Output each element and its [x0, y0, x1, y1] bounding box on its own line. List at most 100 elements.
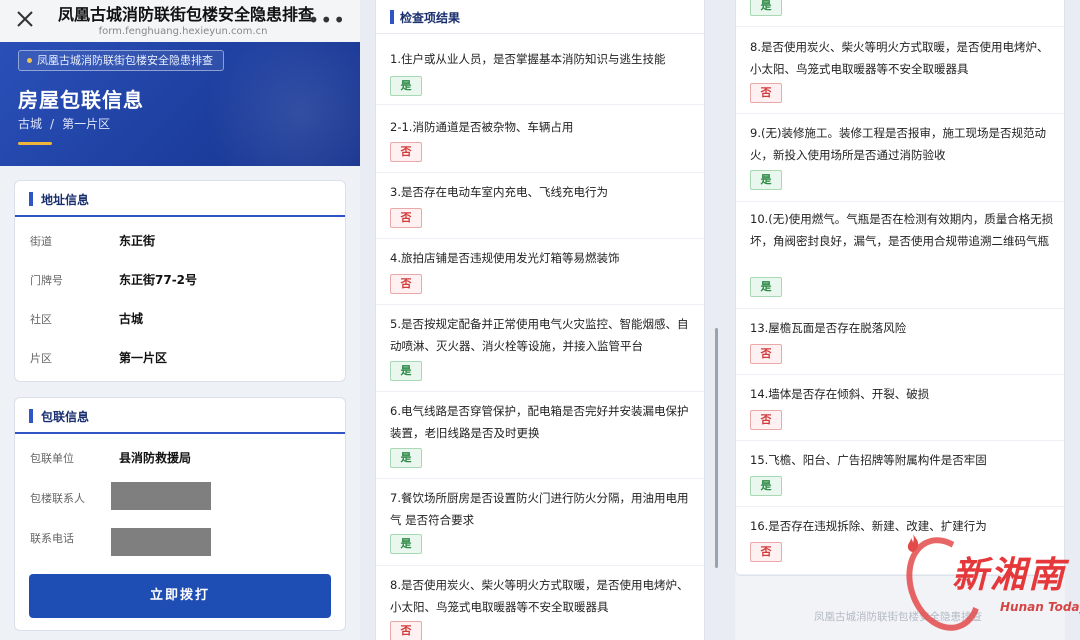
contact-card-title: 包联信息: [41, 410, 90, 424]
page-title: 凤凰古城消防联街包楼安全隐患排查: [58, 5, 315, 24]
check-question: 8.是否使用炭火、柴火等明火方式取暖，是否使用电烤炉、小太阳、鸟笼式电取暖器等不…: [390, 578, 689, 614]
redacted-person: [111, 482, 211, 510]
field-label: 包联单位: [30, 452, 74, 465]
contact-card: 包联信息 包联单位 县消防救援局 包楼联系人 联系电话 立即拨打: [14, 397, 346, 631]
contact-card-header: 包联信息: [15, 398, 345, 434]
field-label: 门牌号: [30, 274, 63, 287]
answer-no-badge: 否: [750, 344, 782, 364]
flame-icon: [907, 534, 919, 552]
check-question: 2-1.消防通道是否被杂物、车辆占用: [390, 120, 574, 134]
check-question: 15.飞檐、阳台、广告招牌等附属构件是否牢固: [750, 453, 987, 467]
page-title-group: 凤凰古城消防联街包楼安全隐患排查 form.fenghuang.hexieyun…: [58, 4, 315, 38]
check-item: 5.是否按规定配备并正常使用电气火灾监控、智能烟感、自动喷淋、灭火器、消火栓等设…: [376, 305, 704, 392]
address-card: 地址信息 街道 东正街 门牌号 东正街77-2号 社区 古城 片区 第一片区: [14, 180, 346, 382]
check-question: 7.餐饮场所厨房是否设置防火门进行防火分隔，用油用电用气 是否符合要求: [390, 491, 689, 527]
redacted-phone: [111, 528, 211, 556]
close-icon[interactable]: [14, 8, 36, 30]
answer-yes-badge: 是: [390, 448, 422, 468]
field-value: 县消防救援局: [119, 451, 192, 465]
answer-no-badge: 否: [750, 410, 782, 430]
check-item: 15.飞檐、阳台、广告招牌等附属构件是否牢固是: [736, 441, 1064, 507]
address-card-header: 地址信息: [15, 181, 345, 217]
field-value: 第一片区: [119, 351, 168, 365]
answer-yes-badge: 是: [390, 534, 422, 554]
field-label: 片区: [30, 352, 52, 365]
field-label: 街道: [30, 235, 52, 248]
watermark-subtitle: Hunan Today: [1000, 600, 1080, 614]
field-label: 联系电话: [30, 532, 74, 545]
answer-yes-badge: 是: [750, 170, 782, 190]
banner-underline: [18, 142, 52, 145]
answer-no-badge: 否: [390, 208, 422, 228]
check-item: 7.餐饮场所厨房是否设置防火门进行防火分隔，用油用电用气 是否符合要求是: [376, 479, 704, 566]
address-card-title: 地址信息: [41, 193, 90, 207]
check-question: 5.是否按规定配备并正常使用电气火灾监控、智能烟感、自动喷淋、灭火器、消火栓等设…: [390, 317, 689, 353]
header-banner: 凤凰古城消防联街包楼安全隐患排查 房屋包联信息 古城 / 第一片区: [0, 42, 360, 166]
field-value: 古城: [119, 312, 144, 326]
banner-title: 房屋包联信息: [18, 88, 144, 112]
check-item: 8.是否使用炭火、柴火等明火方式取暖，是否使用电烤炉、小太阳、鸟笼式电取暖器等不…: [376, 566, 704, 640]
check-item: 14.墙体是否存在倾斜、开裂、破损否: [736, 375, 1064, 441]
check-item: 6.电气线路是否穿管保护，配电箱是否完好并安装漏电保护装置，老旧线路是否及时更换…: [376, 392, 704, 479]
contact-row-unit: 包联单位 县消防救援局: [15, 438, 345, 477]
answer-no-badge: 否: [390, 142, 422, 162]
scrollbar-thumb[interactable]: [715, 328, 718, 568]
address-row-district: 片区 第一片区: [15, 338, 345, 377]
check-question: 6.电气线路是否穿管保护，配电箱是否完好并安装漏电保护装置，老旧线路是否及时更换: [390, 404, 689, 440]
page-url: form.fenghuang.hexieyun.com.cn: [98, 26, 268, 37]
check-item: 13.屋檐瓦面是否存在脱落风险否: [736, 309, 1064, 375]
contact-row-person: 包楼联系人: [15, 478, 345, 517]
news-watermark: 新湘南 Hunan Today: [893, 526, 1080, 640]
section-marker: [390, 10, 394, 24]
call-now-button[interactable]: 立即拨打: [29, 574, 331, 618]
check-question: 4.旅拍店铺是否违规使用发光灯箱等易燃装饰: [390, 251, 620, 265]
breadcrumb-separator: /: [50, 117, 55, 131]
check-question: 10.(无)使用燃气。气瓶是否在检测有效期内，质量合格无损坏，角阀密封良好，漏气…: [750, 212, 1054, 248]
check-question: 13.屋檐瓦面是否存在脱落风险: [750, 321, 907, 335]
check-item: 3.是否存在电动车室内充电、飞线充电行为否: [376, 173, 704, 239]
field-label: 包楼联系人: [30, 492, 85, 505]
breadcrumb-item: 第一片区: [62, 117, 111, 131]
breadcrumb: 古城 / 第一片区: [18, 115, 110, 132]
answer-no-badge: 否: [390, 621, 422, 640]
banner-tag-text: 凤凰古城消防联街包楼安全隐患排查: [37, 54, 213, 67]
answer-no-badge: 否: [390, 274, 422, 294]
check-question: 9.(无)装修施工。装修工程是否报审，施工现场是否规范动火，新投入使用场所是否通…: [750, 126, 1046, 162]
browser-top-bar: 凤凰古城消防联街包楼安全隐患排查 form.fenghuang.hexieyun…: [0, 0, 360, 42]
watermark-logo-text: 新湘南: [952, 554, 1067, 596]
check-item: 4.旅拍店铺是否违规使用发光灯箱等易燃装饰否: [376, 239, 704, 305]
more-options-icon[interactable]: •••: [308, 10, 346, 30]
field-value: 东正街77-2号: [119, 273, 198, 287]
answer-yes-badge: 是: [390, 361, 422, 381]
results-card: 是 8.是否使用炭火、柴火等明火方式取暖，是否使用电烤炉、小太阳、鸟笼式电取暖器等…: [735, 0, 1065, 576]
check-item: 8.是否使用炭火、柴火等明火方式取暖，是否使用电烤炉、小太阳、鸟笼式电取暖器等不…: [736, 27, 1064, 114]
check-question: 14.墙体是否存在倾斜、开裂、破损: [750, 387, 930, 401]
address-row-number: 门牌号 东正街77-2号: [15, 260, 345, 299]
check-item: 2-1.消防通道是否被杂物、车辆占用否: [376, 106, 704, 173]
contact-row-phone: 联系电话: [15, 518, 345, 557]
address-row-street: 街道 东正街: [15, 221, 345, 260]
house-info-panel: 凤凰古城消防联街包楼安全隐患排查 form.fenghuang.hexieyun…: [0, 0, 360, 640]
field-value: 东正街: [119, 234, 156, 248]
answer-no-badge: 否: [750, 83, 782, 103]
results-panel-middle: 检查项结果 1.住户或从业人员，是否掌握基本消防知识与逃生技能是 2-1.消防通道…: [375, 0, 705, 640]
check-question: 8.是否使用炭火、柴火等明火方式取暖，是否使用电烤炉、小太阳、鸟笼式电取暖器等不…: [750, 40, 1049, 76]
check-question: 1.住户或从业人员，是否掌握基本消防知识与逃生技能: [390, 52, 666, 66]
results-title: 检查项结果: [400, 11, 461, 25]
answer-yes-badge: 是: [390, 76, 422, 96]
answer-yes-badge: 是: [750, 0, 782, 16]
answer-no-badge: 否: [750, 542, 782, 562]
address-rows: 街道 东正街 门牌号 东正街77-2号 社区 古城 片区 第一片区: [15, 221, 345, 377]
answer-yes-badge: 是: [750, 476, 782, 496]
check-item: 1.住户或从业人员，是否掌握基本消防知识与逃生技能是: [376, 38, 704, 105]
field-label: 社区: [30, 313, 52, 326]
answer-yes-badge: 是: [750, 277, 782, 297]
results-header: 检查项结果: [376, 0, 704, 34]
banner-tag: 凤凰古城消防联街包楼安全隐患排查: [18, 50, 224, 71]
section-marker: [29, 192, 33, 206]
check-item: 10.(无)使用燃气。气瓶是否在检测有效期内，质量合格无损坏，角阀密封良好，漏气…: [736, 202, 1064, 309]
check-item: 9.(无)装修施工。装修工程是否报审，施工现场是否规范动火，新投入使用场所是否通…: [736, 114, 1064, 202]
tag-dot-icon: [27, 57, 32, 63]
address-row-community: 社区 古城: [15, 299, 345, 338]
breadcrumb-item: 古城: [18, 117, 43, 131]
